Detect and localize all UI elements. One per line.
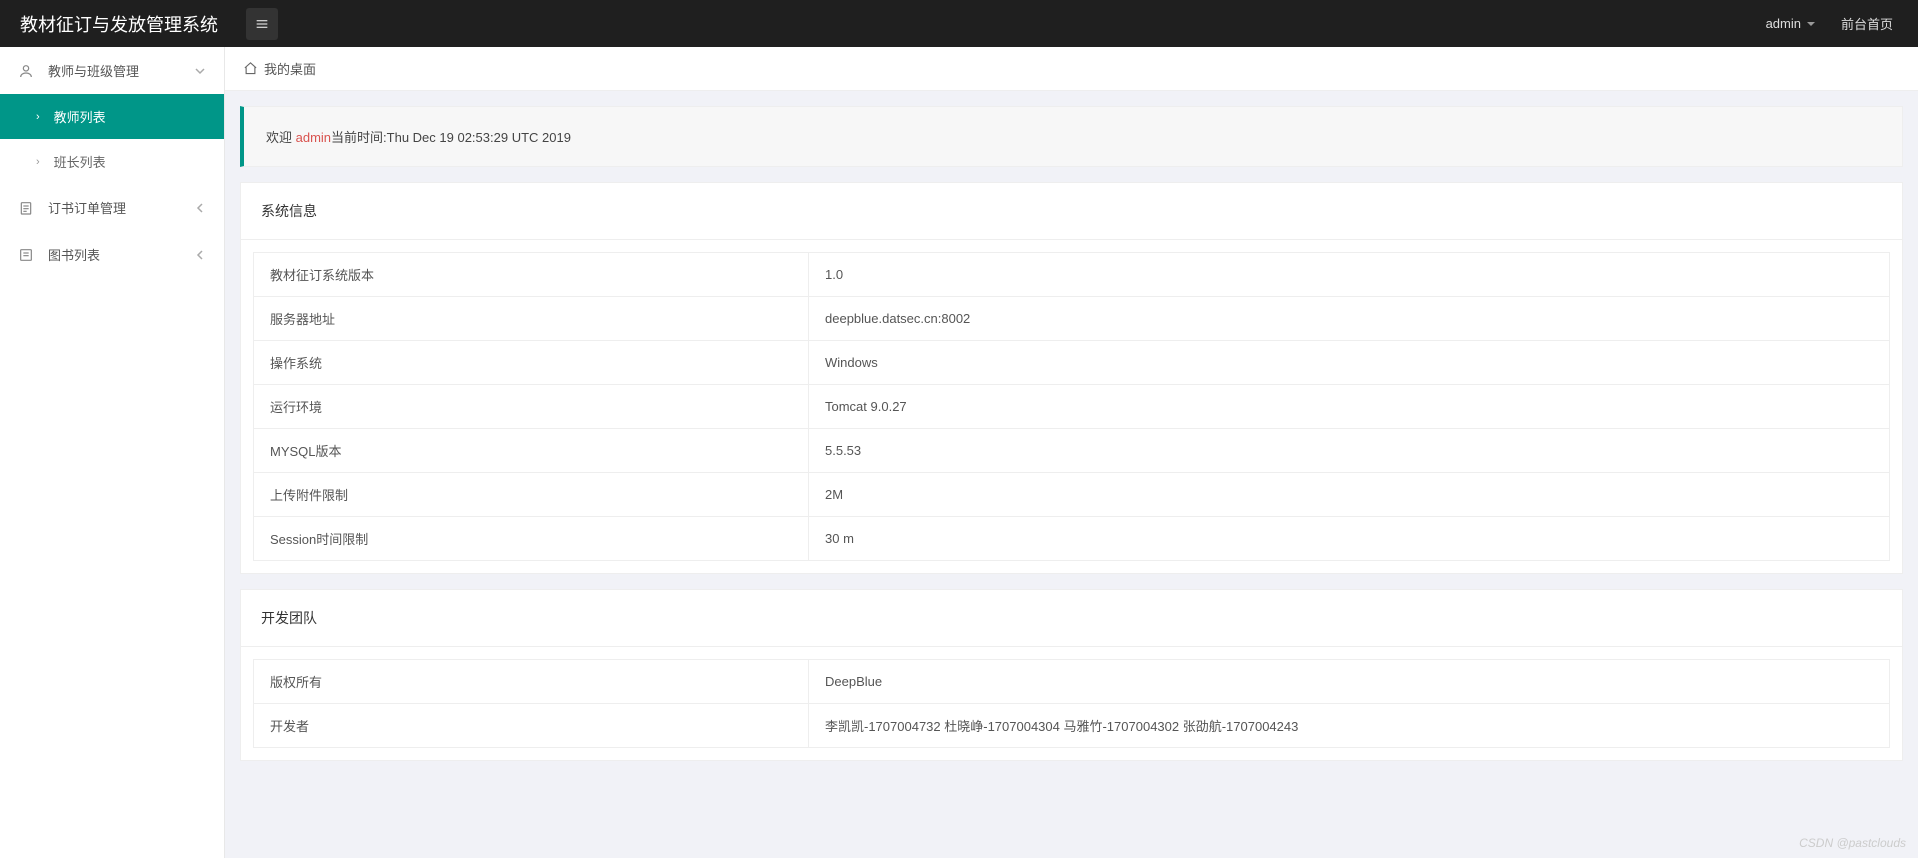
table-row: 开发者李凯凯-1707004732 杜晓峥-1707004304 马雅竹-170… [254,704,1890,748]
frontend-link[interactable]: 前台首页 [1841,14,1893,33]
table-row: 操作系统Windows [254,341,1890,385]
sidebar-subitem-teacher-list[interactable]: › 教师列表 [0,94,224,139]
welcome-alert: 欢迎 admin当前时间:Thu Dec 19 02:53:29 UTC 201… [240,106,1903,167]
caret-down-icon [1806,19,1816,29]
welcome-user: admin [296,130,331,145]
sidebar-item-label: 教师列表 [54,107,106,126]
system-info-panel: 系统信息 教材征订系统版本1.0 服务器地址deepblue.datsec.cn… [240,182,1903,574]
cell-key: MYSQL版本 [254,429,809,473]
top-header: 教材征订与发放管理系统 admin 前台首页 [0,0,1918,47]
table-row: 版权所有DeepBlue [254,660,1890,704]
menu-icon [254,16,270,32]
welcome-prefix: 欢迎 [266,130,296,145]
breadcrumb: 我的桌面 [225,47,1918,91]
cell-key: 开发者 [254,704,809,748]
system-info-table: 教材征订系统版本1.0 服务器地址deepblue.datsec.cn:8002… [253,252,1890,561]
user-menu[interactable]: admin [1766,16,1816,31]
sidebar-item-label: 教师与班级管理 [48,61,194,80]
table-row: MYSQL版本5.5.53 [254,429,1890,473]
chevron-right-icon: › [36,156,40,168]
cell-key: 教材征订系统版本 [254,253,809,297]
table-row: Session时间限制30 m [254,517,1890,561]
chevron-left-icon [194,202,206,214]
watermark: CSDN @pastclouds [1799,836,1906,850]
sidebar-item-teacher-class[interactable]: 教师与班级管理 [0,47,224,94]
cell-value: 5.5.53 [809,429,1890,473]
sidebar-item-label: 班长列表 [54,152,106,171]
cell-value: 1.0 [809,253,1890,297]
cell-key: 运行环境 [254,385,809,429]
home-icon [243,61,258,76]
welcome-time: 当前时间:Thu Dec 19 02:53:29 UTC 2019 [331,130,571,145]
cell-value: 30 m [809,517,1890,561]
sidebar-item-label: 图书列表 [48,245,194,264]
cell-value: 2M [809,473,1890,517]
sidebar-item-order[interactable]: 订书订单管理 [0,184,224,231]
sidebar-item-books[interactable]: 图书列表 [0,231,224,278]
breadcrumb-label: 我的桌面 [264,59,316,78]
panel-title: 系统信息 [241,183,1902,240]
chevron-left-icon [194,249,206,261]
cell-value: 李凯凯-1707004732 杜晓峥-1707004304 马雅竹-170700… [809,704,1890,748]
list-icon [18,247,38,263]
table-row: 教材征订系统版本1.0 [254,253,1890,297]
table-row: 运行环境Tomcat 9.0.27 [254,385,1890,429]
cell-key: 服务器地址 [254,297,809,341]
cell-key: 版权所有 [254,660,809,704]
sidebar-subitem-monitor-list[interactable]: › 班长列表 [0,139,224,184]
panel-title: 开发团队 [241,590,1902,647]
clipboard-icon [18,200,38,216]
sidebar: 教师与班级管理 › 教师列表 › 班长列表 [0,47,225,858]
cell-key: Session时间限制 [254,517,809,561]
cell-key: 上传附件限制 [254,473,809,517]
cell-key: 操作系统 [254,341,809,385]
menu-toggle-button[interactable] [246,8,278,40]
cell-value: DeepBlue [809,660,1890,704]
table-row: 服务器地址deepblue.datsec.cn:8002 [254,297,1890,341]
cell-value: deepblue.datsec.cn:8002 [809,297,1890,341]
table-row: 上传附件限制2M [254,473,1890,517]
app-title: 教材征订与发放管理系统 [0,11,238,37]
main-content: 我的桌面 欢迎 admin当前时间:Thu Dec 19 02:53:29 UT… [225,47,1918,858]
dev-team-table: 版权所有DeepBlue 开发者李凯凯-1707004732 杜晓峥-17070… [253,659,1890,748]
chevron-right-icon: › [36,111,40,123]
chevron-down-icon [194,65,206,77]
user-icon [18,63,38,79]
dev-team-panel: 开发团队 版权所有DeepBlue 开发者李凯凯-1707004732 杜晓峥-… [240,589,1903,761]
cell-value: Tomcat 9.0.27 [809,385,1890,429]
user-name-label: admin [1766,16,1801,31]
sidebar-item-label: 订书订单管理 [48,198,194,217]
cell-value: Windows [809,341,1890,385]
